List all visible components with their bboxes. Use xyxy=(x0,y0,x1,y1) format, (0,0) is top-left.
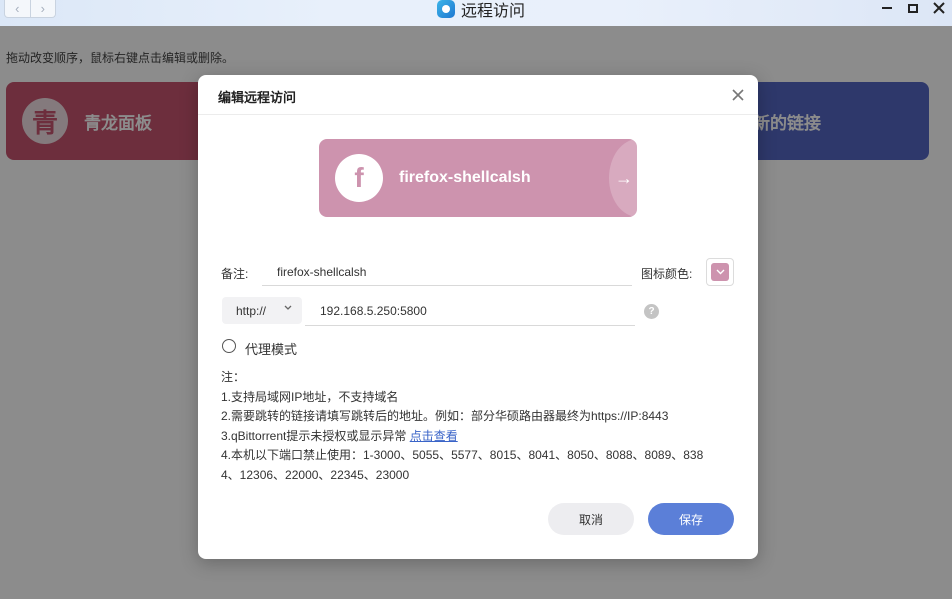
note-line: 2.需要跳转的链接请填写跳转后的地址。例如：部分华硕路由器最终为https://… xyxy=(221,409,669,423)
note-line: 1.支持局域网IP地址，不支持域名 xyxy=(221,389,399,404)
view-details-link[interactable]: 点击查看 xyxy=(410,429,458,443)
note-line-text: 3.qBittorrent提示未授权或显示异常 xyxy=(221,428,410,443)
arrow-right-icon: → xyxy=(609,139,637,217)
help-icon[interactable]: ? xyxy=(644,304,659,319)
link-preview-tile: f firefox-shellcalsh → xyxy=(319,139,637,217)
chevron-down-icon xyxy=(711,263,729,281)
forward-button[interactable]: › xyxy=(29,0,56,17)
cancel-button[interactable]: 取消 xyxy=(548,503,634,535)
chevron-down-icon xyxy=(284,303,292,314)
firefox-letter-icon: f xyxy=(335,154,383,202)
icon-color-picker[interactable] xyxy=(706,258,734,286)
protocol-select[interactable]: http:// xyxy=(222,297,302,324)
close-icon xyxy=(732,89,744,101)
close-window-button[interactable] xyxy=(932,1,946,15)
window-title: 远程访问 xyxy=(461,3,526,20)
close-icon xyxy=(933,2,945,14)
minimize-button[interactable] xyxy=(880,1,894,15)
proxy-mode-radio[interactable] xyxy=(222,339,236,353)
minimize-icon xyxy=(882,7,892,9)
nav-buttons: ‹ › xyxy=(4,0,56,18)
maximize-icon xyxy=(908,3,918,13)
dialog-close-button[interactable] xyxy=(728,85,748,105)
note-line: 4.本机以下端口禁止使用：1-3000、5055、5577、8015、8041、… xyxy=(221,448,704,462)
address-input[interactable] xyxy=(305,297,635,326)
save-button[interactable]: 保存 xyxy=(648,503,734,535)
window-title-group: 远程访问 xyxy=(437,0,526,20)
back-button[interactable]: ‹ xyxy=(5,0,30,17)
dialog-title: 编辑远程访问 xyxy=(218,90,297,105)
app-icon xyxy=(437,0,455,18)
notes-heading: 注： xyxy=(221,370,246,384)
remark-input[interactable] xyxy=(262,259,632,286)
preview-label: firefox-shellcalsh xyxy=(399,169,531,186)
title-bar: ‹ › 远程访问 xyxy=(0,0,952,26)
note-line: 4、12306、22000、22345、23000 xyxy=(221,467,410,482)
dialog-header: 编辑远程访问 xyxy=(198,75,758,115)
icon-color-label: 图标颜色: xyxy=(641,267,693,281)
note-line-3: 3.qBittorrent提示未授权或显示异常 点击查看 xyxy=(221,427,726,447)
notes-section: 注： 1.支持局域网IP地址，不支持域名 2.需要跳转的链接请填写跳转后的地址。… xyxy=(221,368,726,485)
proxy-mode-label: 代理模式 xyxy=(245,342,298,357)
window-controls xyxy=(880,0,946,16)
maximize-button[interactable] xyxy=(906,1,920,15)
protocol-value: http:// xyxy=(236,303,267,318)
remark-label: 备注: xyxy=(221,267,249,281)
edit-remote-access-dialog: 编辑远程访问 f firefox-shellcalsh → 备注: 图标颜色: … xyxy=(198,75,758,559)
